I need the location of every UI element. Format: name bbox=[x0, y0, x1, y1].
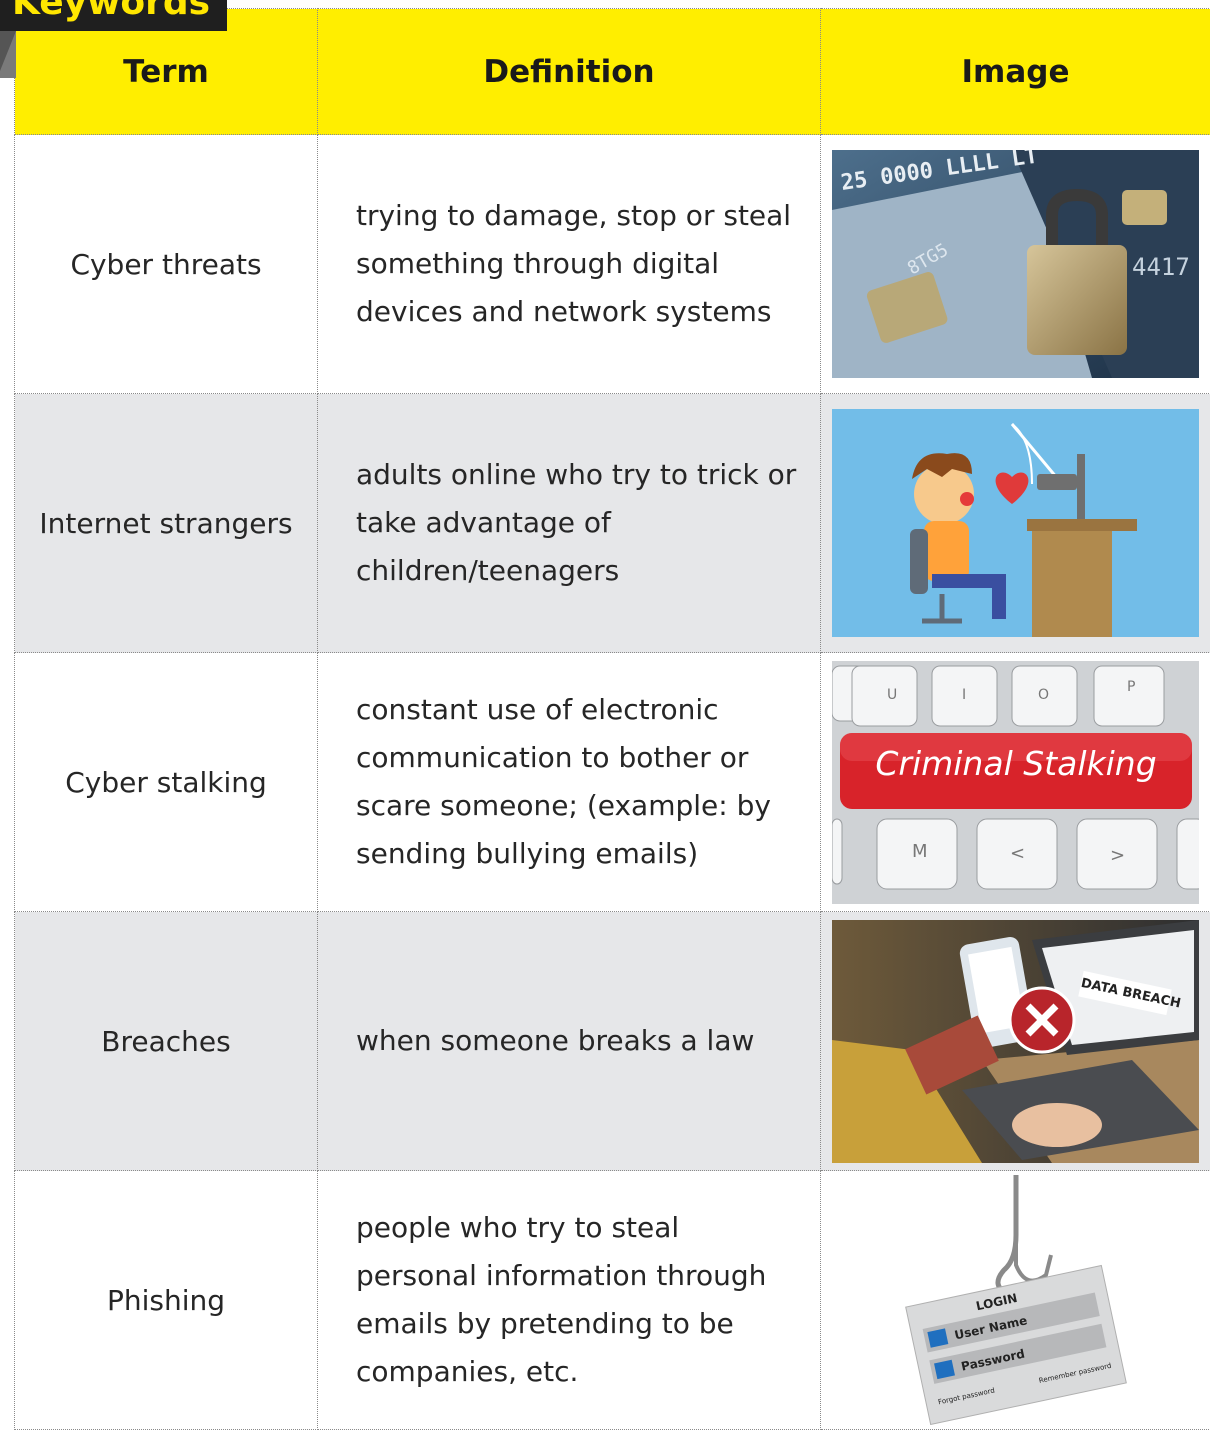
criminal-stalking-keyboard-image: U I O P Criminal Stalking M < bbox=[832, 661, 1199, 904]
key-p: P bbox=[1127, 679, 1135, 695]
image-cell: LOGIN User Name Password Forgot password… bbox=[821, 1171, 1210, 1430]
table-row: Breaches when someone breaks a law bbox=[15, 912, 1210, 1171]
term-cell: Breaches bbox=[15, 912, 318, 1171]
table-row: Cyber stalking constant use of electroni… bbox=[15, 653, 1210, 912]
keywords-table: Term Definition Image Cyber threats tryi… bbox=[14, 8, 1210, 1430]
image-cell: DATA BREACH bbox=[821, 912, 1210, 1171]
definition-cell: people who try to steal personal informa… bbox=[318, 1171, 821, 1430]
header-image: Image bbox=[821, 9, 1210, 135]
key-m: M bbox=[912, 841, 928, 862]
table-row: Phishing people who try to steal persona… bbox=[15, 1171, 1210, 1430]
header-definition: Definition bbox=[318, 9, 821, 135]
table-row: Cyber threats trying to damage, stop or … bbox=[15, 135, 1210, 394]
card-side-number: 4417 bbox=[1132, 253, 1190, 281]
term-cell: Internet strangers bbox=[15, 394, 318, 653]
key-greater-than: > bbox=[1110, 845, 1125, 866]
boy-at-computer-fishing-heart-image bbox=[832, 409, 1199, 637]
padlock-on-credit-cards-image: 25 0000 LLLL LT 8TG5 4417 bbox=[832, 150, 1199, 378]
term-cell: Cyber stalking bbox=[15, 653, 318, 912]
keywords-ribbon: Keywords bbox=[0, 0, 227, 31]
key-i: I bbox=[962, 687, 966, 703]
definition-cell: constant use of electronic communication… bbox=[318, 653, 821, 912]
key-less-than: < bbox=[1010, 843, 1025, 864]
definition-cell: adults online who try to trick or take a… bbox=[318, 394, 821, 653]
keyboard-label: Criminal Stalking bbox=[875, 744, 1156, 783]
term-cell: Phishing bbox=[15, 1171, 318, 1430]
key-u: U bbox=[887, 687, 897, 703]
image-cell: U I O P Criminal Stalking M < bbox=[821, 653, 1210, 912]
table-row: Internet strangers adults online who try… bbox=[15, 394, 1210, 653]
key-o: O bbox=[1038, 687, 1049, 703]
keywords-title: Keywords bbox=[12, 0, 210, 23]
term-cell: Cyber threats bbox=[15, 135, 318, 394]
data-breach-laptop-image: DATA BREACH bbox=[832, 920, 1199, 1163]
login-card-on-fishhook-image: LOGIN User Name Password Forgot password… bbox=[896, 1175, 1136, 1425]
ribbon-fold bbox=[0, 31, 16, 71]
image-cell bbox=[821, 394, 1210, 653]
definition-cell: trying to damage, stop or steal somethin… bbox=[318, 135, 821, 394]
definition-cell: when someone breaks a law bbox=[318, 912, 821, 1171]
image-cell: 25 0000 LLLL LT 8TG5 4417 bbox=[821, 135, 1210, 394]
